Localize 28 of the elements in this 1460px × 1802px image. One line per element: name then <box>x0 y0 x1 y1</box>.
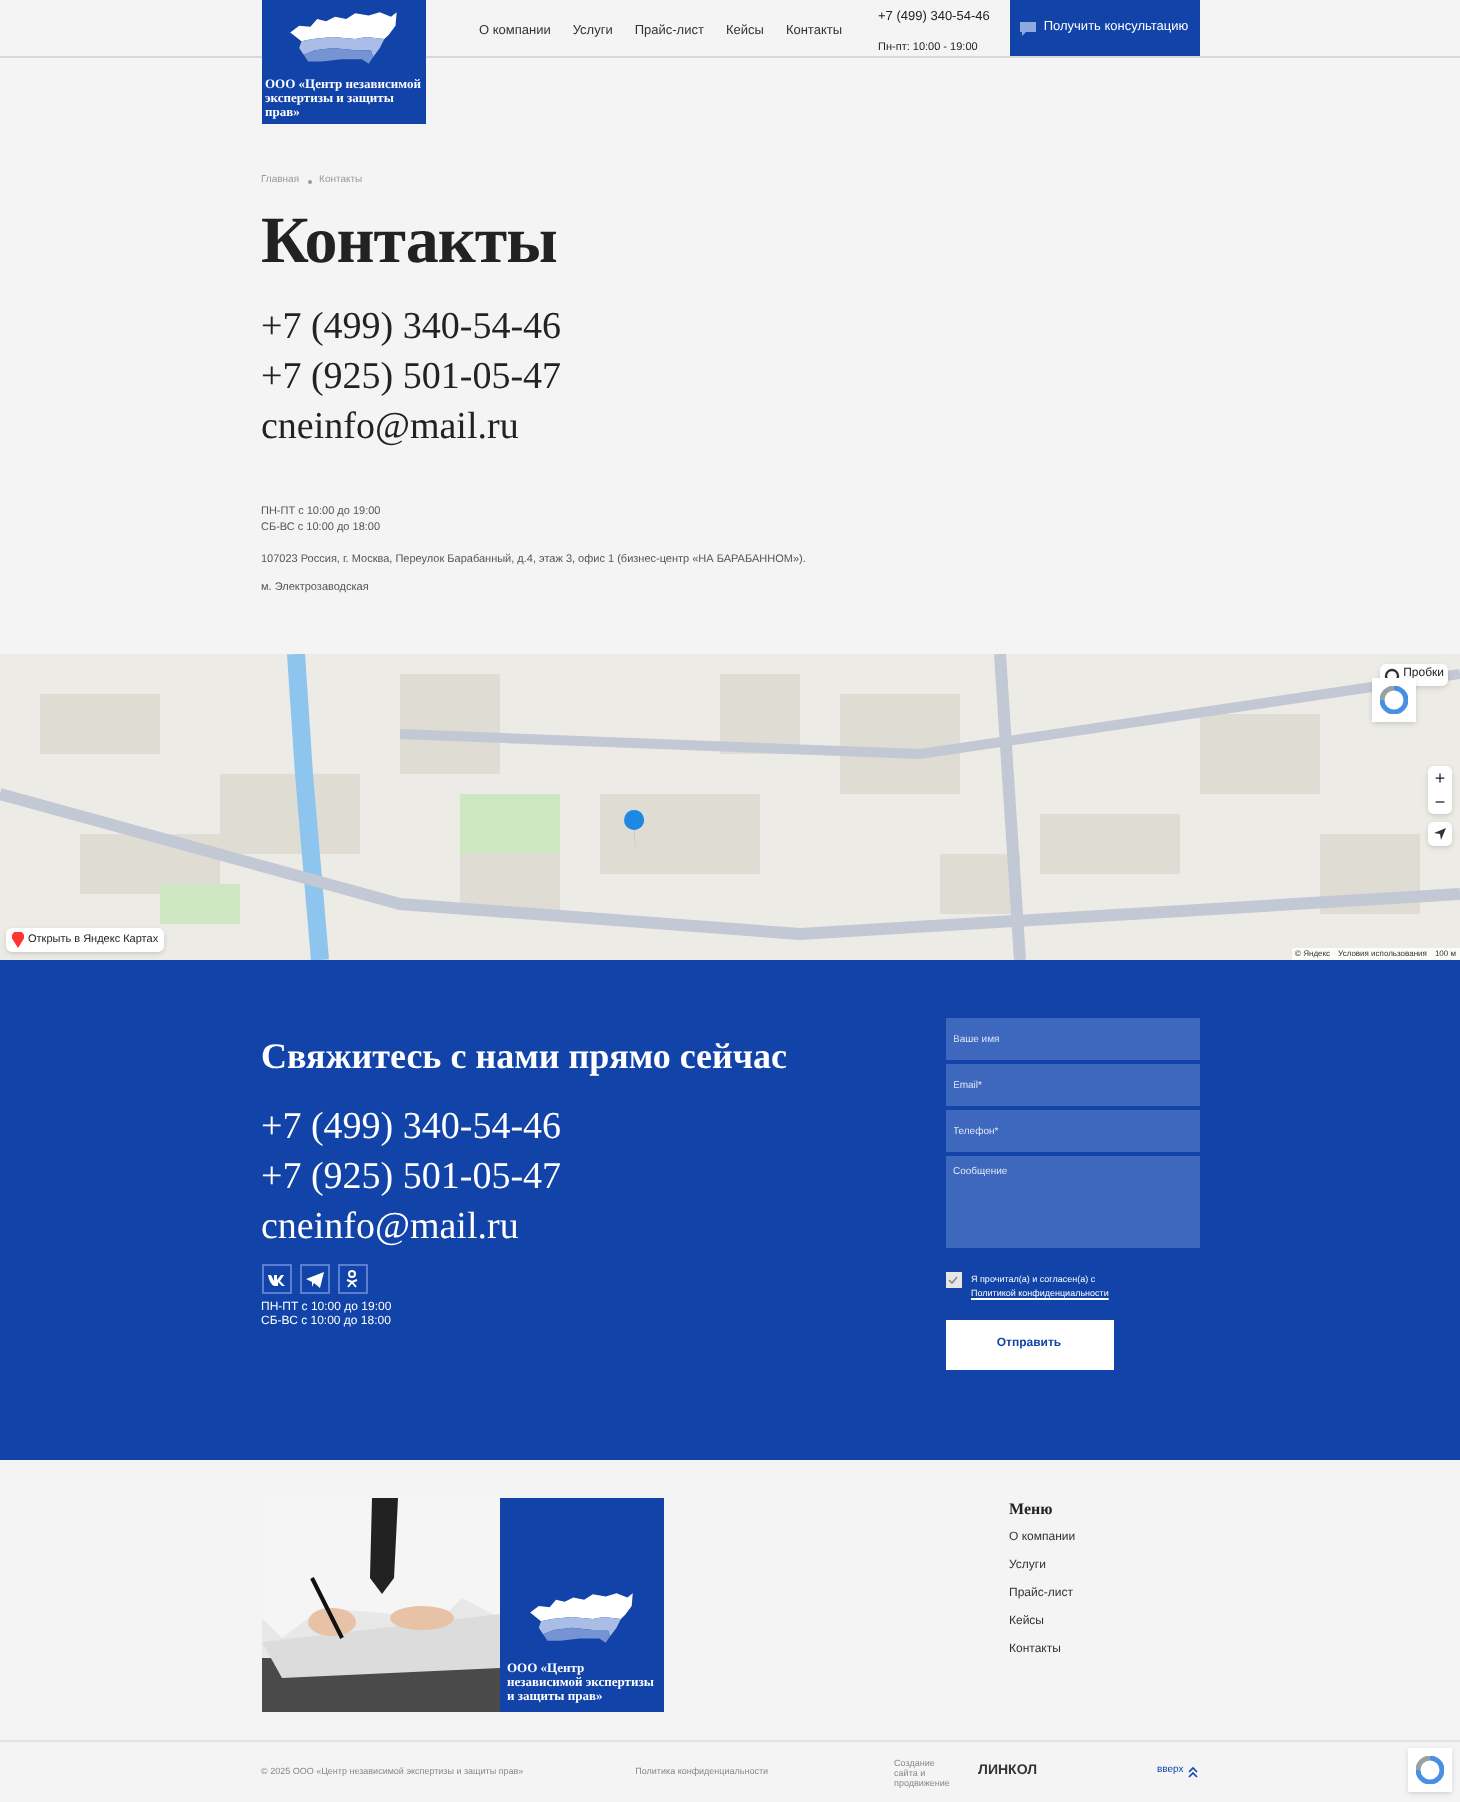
recaptcha-icon <box>1372 678 1416 722</box>
navigation-arrow-icon <box>1434 828 1446 840</box>
vk-icon <box>267 1273 285 1285</box>
email-link[interactable]: cneinfo@mail.ru <box>261 401 519 451</box>
page-title: Контакты <box>261 205 559 277</box>
phone-link[interactable]: +7 (925) 501-05-47 <box>261 351 562 401</box>
callback-title: Свяжитесь с нами прямо сейчас <box>261 1034 790 1078</box>
location-button[interactable] <box>1428 822 1452 846</box>
social-link[interactable] <box>261 1264 291 1294</box>
social-link[interactable] <box>299 1264 329 1294</box>
social-link[interactable] <box>337 1264 367 1294</box>
menu-title: Меню <box>1009 1500 1055 1520</box>
consent-checkbox[interactable] <box>945 1272 961 1288</box>
chat-icon <box>1019 21 1036 35</box>
russia-map-icon <box>527 1590 635 1646</box>
russia-map-icon <box>287 10 399 66</box>
recaptcha-icon <box>1408 1748 1452 1792</box>
person-icon <box>346 1270 358 1288</box>
paper-plane-icon <box>305 1271 323 1287</box>
check-icon <box>948 1276 958 1284</box>
phone-link[interactable]: +7 (499) 340-54-46 <box>261 1102 562 1152</box>
phone-link[interactable]: +7 (499) 340-54-46 <box>261 301 562 351</box>
zoom-in-button[interactable]: + <box>1428 766 1452 790</box>
email-link[interactable]: cneinfo@mail.ru <box>261 1202 519 1252</box>
zoom-out-button[interactable]: − <box>1428 790 1452 814</box>
double-chevron-up-icon <box>1187 1766 1198 1778</box>
pin-icon <box>12 931 24 948</box>
phone-link[interactable]: +7 (925) 501-05-47 <box>261 1152 562 1202</box>
